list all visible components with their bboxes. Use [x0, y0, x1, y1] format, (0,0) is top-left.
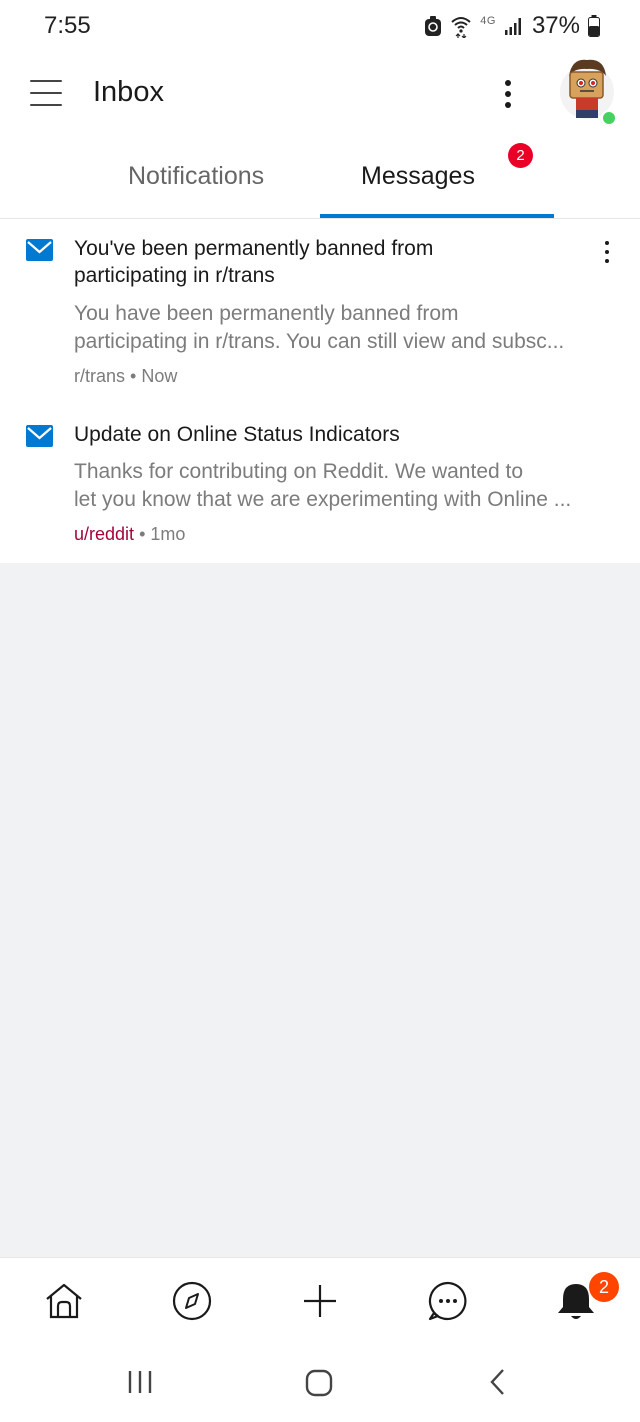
tab-messages[interactable]: Messages: [361, 162, 475, 191]
home-icon[interactable]: [42, 1279, 86, 1323]
message-meta: r/trans • Now: [74, 366, 178, 386]
message-time: 1mo: [150, 524, 186, 544]
battery-icon: [588, 15, 600, 37]
mail-icon: [26, 425, 53, 447]
recent-apps-icon[interactable]: [125, 1365, 155, 1399]
discover-icon[interactable]: [170, 1279, 214, 1323]
message-title: Update on Online Status Indicators: [74, 423, 400, 446]
online-status-dot: [601, 110, 617, 126]
create-post-icon[interactable]: [298, 1279, 342, 1323]
app-header: Inbox: [0, 54, 640, 134]
empty-content-area: [0, 563, 640, 1257]
signal-icon: [504, 18, 521, 35]
message-time: Now: [141, 366, 178, 386]
hamburger-menu-icon[interactable]: [30, 80, 64, 108]
message-preview: You have been permanently banned from pa…: [74, 302, 565, 353]
message-options-icon[interactable]: [597, 239, 617, 267]
active-tab-indicator: [320, 214, 554, 218]
list-item[interactable]: Update on Online Status Indicators Thank…: [0, 399, 640, 563]
inbox-tabs: Notifications Messages 2: [0, 138, 640, 219]
message-title: You've been permanently banned from part…: [74, 237, 434, 287]
message-meta: u/reddit • 1mo: [74, 524, 186, 544]
overflow-menu-icon[interactable]: [496, 76, 520, 112]
chat-icon[interactable]: [426, 1279, 470, 1323]
list-item[interactable]: You've been permanently banned from part…: [0, 219, 640, 399]
message-source[interactable]: u/reddit: [74, 524, 134, 544]
inbox-count-badge: 2: [589, 1272, 619, 1302]
messages-count-badge: 2: [508, 143, 533, 168]
app-notification-icon: [425, 16, 442, 36]
message-list: You've been permanently banned from part…: [0, 219, 640, 563]
bottom-navigation: 2: [0, 1257, 640, 1344]
tab-notifications[interactable]: Notifications: [128, 162, 264, 191]
mail-icon: [26, 239, 53, 261]
status-bar: 7:55 4G 37%: [0, 0, 640, 54]
page-title: Inbox: [93, 76, 164, 108]
status-icons: 4G 37%: [424, 12, 600, 40]
back-icon[interactable]: [483, 1365, 513, 1399]
wifi-icon: [451, 17, 471, 38]
status-time: 7:55: [44, 12, 91, 39]
home-button-icon[interactable]: [304, 1365, 334, 1399]
system-navigation-bar: [0, 1343, 640, 1422]
message-preview: Thanks for contributing on Reddit. We wa…: [74, 460, 572, 511]
battery-percent: 37%: [531, 12, 580, 39]
message-source[interactable]: r/trans: [74, 366, 125, 386]
network-type: 4G: [480, 15, 496, 27]
